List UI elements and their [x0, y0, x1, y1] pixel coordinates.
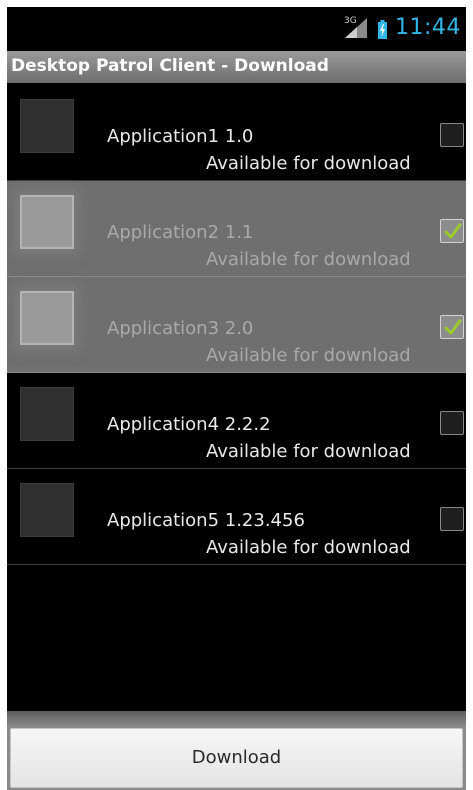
app-name: Application1 1.0	[107, 126, 254, 147]
app-name: Application3 2.0	[107, 318, 254, 339]
select-checkbox[interactable]	[440, 219, 464, 243]
select-checkbox[interactable]	[440, 123, 464, 147]
signal-icon	[345, 18, 367, 38]
check-mark-icon	[444, 319, 462, 335]
app-status: Available for download	[206, 537, 411, 558]
app-list: Application1 1.0 Available for download …	[7, 85, 466, 565]
app-name: Application2 1.1	[107, 222, 254, 243]
download-button[interactable]: Download	[10, 728, 463, 788]
app-icon	[20, 99, 74, 153]
page-title: Desktop Patrol Client - Download	[11, 56, 329, 76]
app-icon	[20, 291, 74, 345]
app-name: Application4 2.2.2	[107, 414, 271, 435]
app-status: Available for download	[206, 249, 411, 270]
app-status: Available for download	[206, 441, 411, 462]
list-item[interactable]: Application5 1.23.456 Available for down…	[7, 469, 466, 565]
app-icon	[20, 483, 74, 537]
app-status: Available for download	[206, 153, 411, 174]
check-mark-icon	[444, 223, 462, 239]
app-icon	[20, 195, 74, 249]
list-item[interactable]: Application2 1.1 Available for download	[7, 181, 466, 277]
list-item[interactable]: Application4 2.2.2 Available for downloa…	[7, 373, 466, 469]
app-status: Available for download	[206, 345, 411, 366]
battery-icon	[378, 20, 387, 39]
list-item[interactable]: Application3 2.0 Available for download	[7, 277, 466, 373]
select-checkbox[interactable]	[440, 507, 464, 531]
app-icon	[20, 387, 74, 441]
bottom-bar: Download	[7, 711, 466, 790]
clock: 11:44	[395, 15, 461, 40]
status-bar: 3G 11:44	[7, 7, 466, 47]
phone-screen: 3G 11:44 Desktop Patrol Client - Downloa…	[7, 7, 466, 790]
select-checkbox[interactable]	[440, 411, 464, 435]
app-name: Application5 1.23.456	[107, 510, 305, 531]
list-item[interactable]: Application1 1.0 Available for download	[7, 85, 466, 181]
select-checkbox[interactable]	[440, 315, 464, 339]
title-bar: Desktop Patrol Client - Download	[7, 51, 466, 83]
